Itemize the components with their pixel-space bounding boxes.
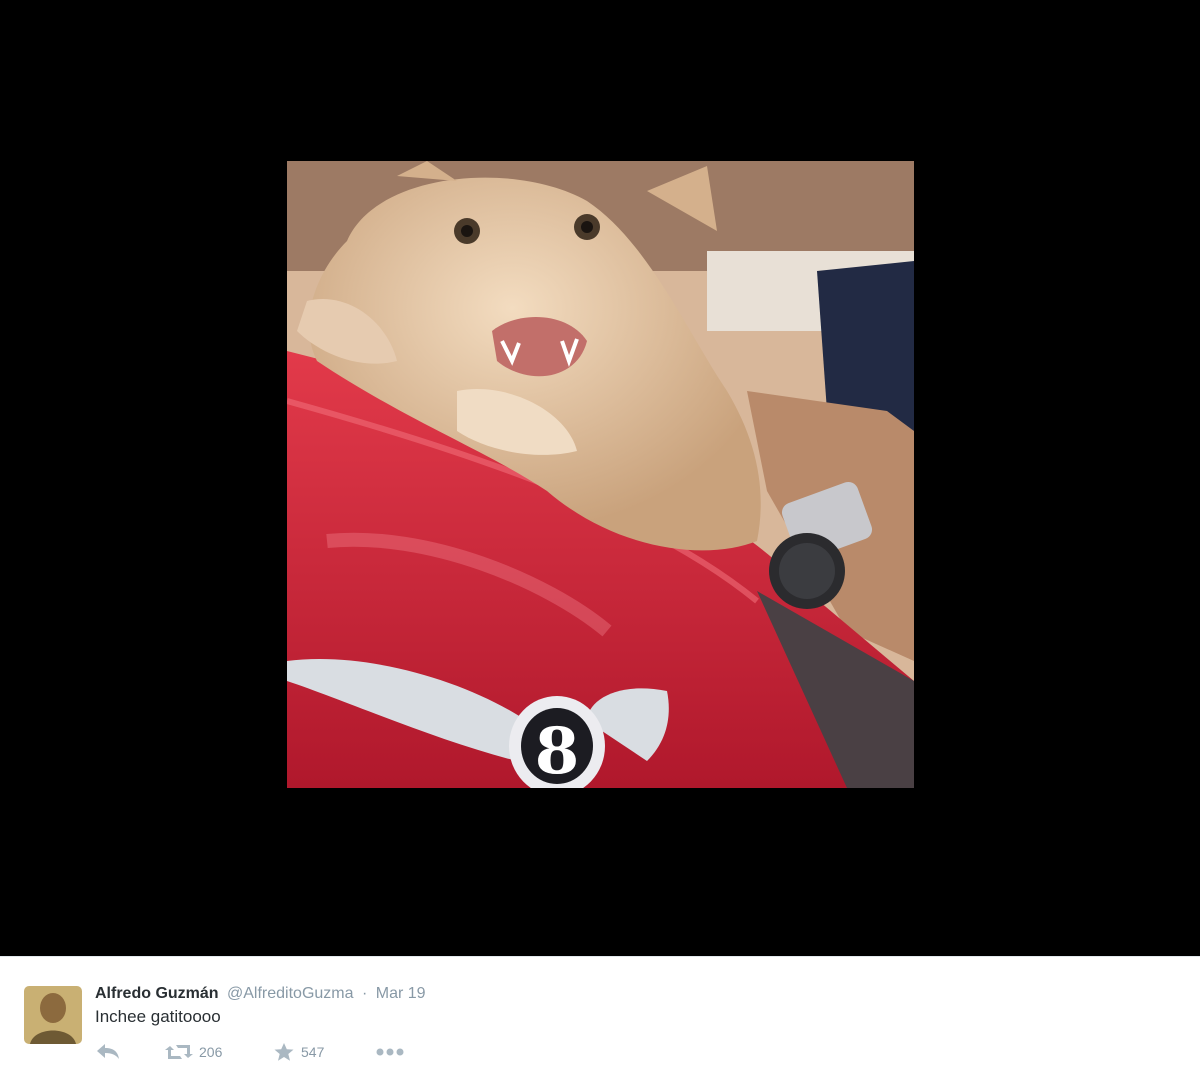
photo-image: 8 (287, 161, 914, 788)
more-icon (376, 1048, 404, 1056)
author-name[interactable]: Alfredo Guzmán (95, 985, 219, 1002)
tweet-header: Alfredo Guzmán @AlfreditoGuzma · Mar 19 (95, 985, 426, 1003)
favorite-button[interactable]: 547 (273, 1042, 324, 1062)
retweet-icon (165, 1045, 193, 1059)
avatar[interactable] (24, 986, 82, 1044)
favorite-count: 547 (301, 1044, 325, 1060)
more-button[interactable] (375, 1042, 405, 1062)
retweet-button[interactable]: 206 (165, 1042, 222, 1062)
avatar-image (24, 986, 82, 1044)
star-icon (274, 1043, 294, 1061)
tweet-date[interactable]: Mar 19 (376, 985, 426, 1002)
tweet-footer: Alfredo Guzmán @AlfreditoGuzma · Mar 19 … (0, 956, 1200, 1082)
svg-text:8: 8 (535, 714, 580, 788)
reply-icon (97, 1044, 119, 1059)
retweet-count: 206 (199, 1044, 223, 1060)
reply-button[interactable] (95, 1042, 121, 1060)
media-viewer: 8 (0, 0, 1200, 956)
tweet-photo[interactable]: 8 (287, 161, 914, 788)
header-separator: · (361, 985, 368, 1002)
author-username[interactable]: @AlfreditoGuzma (227, 985, 354, 1002)
tweet-text: Inchee gatitoooo (95, 1007, 221, 1026)
